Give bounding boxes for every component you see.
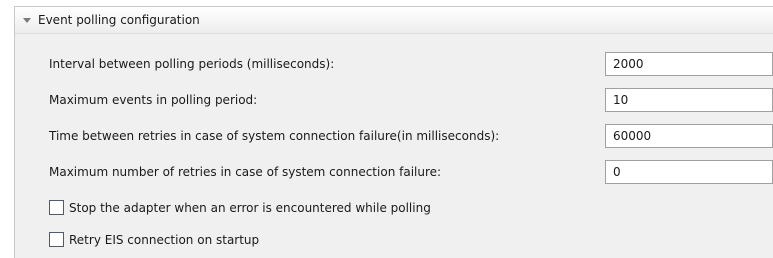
event-polling-panel: Event polling configuration Interval bet… [14,6,773,258]
retry-interval-input[interactable] [605,124,773,148]
retry-on-startup-checkbox[interactable] [49,232,64,247]
polling-interval-input[interactable] [605,52,773,76]
retry-interval-label: Time between retries in case of system c… [49,129,500,143]
section-title: Event polling configuration [38,13,200,27]
stop-on-error-option[interactable]: Stop the adapter when an error is encoun… [49,200,431,215]
chevron-down-icon[interactable] [23,17,31,23]
max-retries-input[interactable] [605,160,773,184]
retry-on-startup-label: Retry EIS connection on startup [69,232,260,247]
polling-interval-label: Interval between polling periods (millis… [49,57,335,71]
max-events-input[interactable] [605,88,773,112]
max-retries-label: Maximum number of retries in case of sys… [49,165,442,179]
retry-on-startup-option[interactable]: Retry EIS connection on startup [49,232,259,247]
section-header[interactable]: Event polling configuration [15,7,773,34]
stop-on-error-checkbox[interactable] [49,200,64,215]
stop-on-error-label: Stop the adapter when an error is encoun… [69,200,431,215]
max-events-label: Maximum events in polling period: [49,93,258,107]
